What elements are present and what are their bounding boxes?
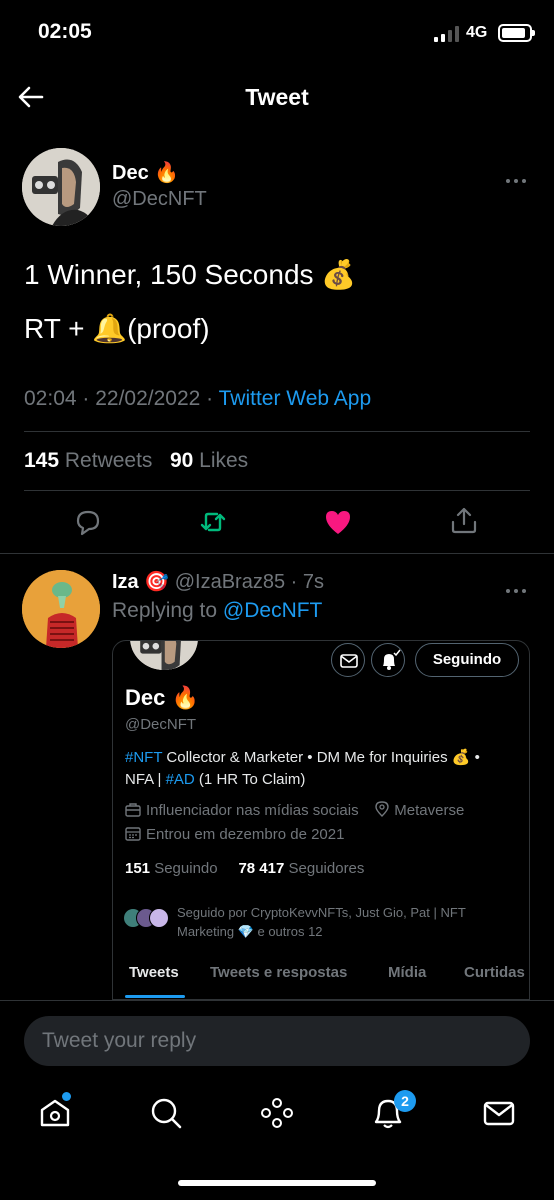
- divider: [24, 431, 530, 432]
- active-tab-indicator: [125, 995, 185, 998]
- profile-handle: @DecNFT: [125, 716, 197, 733]
- profile-name: Dec 🔥: [125, 685, 199, 710]
- retweet-icon[interactable]: [198, 507, 228, 537]
- profile-tab-replies: Tweets e respostas: [210, 964, 348, 981]
- profile-avatar: [127, 641, 201, 673]
- reply-icon[interactable]: [73, 507, 103, 537]
- followed-by-text: Seguido por CryptoKevvNFTs, Just Gio, Pa…: [177, 905, 466, 939]
- following-button: Seguindo: [415, 643, 519, 677]
- reply-header: Iza 🎯 @IzaBraz85 · 7s: [112, 569, 324, 594]
- home-notification-dot: [62, 1092, 71, 1101]
- bell-check-icon: [383, 649, 401, 670]
- reply-handle-time[interactable]: @IzaBraz85 · 7s: [175, 571, 324, 593]
- home-icon[interactable]: [38, 1096, 72, 1130]
- tweet-stats: 145 Retweets 90 Likes: [24, 449, 248, 473]
- profile-tab-likes: Curtidas: [464, 964, 525, 981]
- like-heart-icon[interactable]: [323, 507, 353, 537]
- follower-avatar: [149, 908, 169, 928]
- divider: [24, 490, 530, 491]
- more-options-icon[interactable]: [506, 170, 532, 183]
- tweet-meta: 02:04 · 22/02/2022 · Twitter Web App: [24, 387, 371, 411]
- author-name[interactable]: Dec 🔥: [112, 160, 179, 185]
- mail-icon: [340, 654, 358, 668]
- reply-input[interactable]: Tweet your reply: [24, 1016, 530, 1066]
- profile-follow-stats: 151 Seguindo 78 417 Seguidores: [125, 860, 365, 877]
- home-indicator: [178, 1180, 376, 1186]
- author-handle[interactable]: @DecNFT: [112, 188, 207, 211]
- page-title: Tweet: [245, 84, 309, 110]
- tweet-timestamp: 02:04 · 22/02/2022 ·: [24, 387, 219, 410]
- profile-joined: Entrou em dezembro de 2021: [125, 826, 344, 843]
- notify-button: [371, 643, 405, 677]
- search-icon[interactable]: [149, 1096, 183, 1130]
- profile-tab-tweets: Tweets: [129, 964, 179, 981]
- calendar-icon: [125, 827, 141, 841]
- notifications-badge: 2: [394, 1090, 416, 1112]
- profile-tab-media: Mídia: [388, 964, 427, 981]
- reply-author-name[interactable]: Iza 🎯: [112, 571, 169, 593]
- reply-more-options-icon[interactable]: [506, 580, 532, 593]
- attached-image[interactable]: Seguindo Dec 🔥 @DecNFT #NFT Collector & …: [112, 640, 530, 1020]
- messages-icon[interactable]: [482, 1096, 516, 1130]
- likes-stat[interactable]: 90 Likes: [170, 449, 248, 472]
- spaces-icon[interactable]: [260, 1096, 294, 1130]
- share-icon[interactable]: [449, 505, 479, 535]
- status-time: 02:05: [38, 20, 92, 43]
- replying-to-handle[interactable]: @DecNFT: [223, 599, 322, 622]
- signal-icon: [434, 26, 459, 42]
- replying-to: Replying to @DecNFT: [112, 599, 323, 622]
- tweet-source-link[interactable]: Twitter Web App: [219, 387, 372, 410]
- location-pin-icon: [375, 801, 389, 817]
- profile-category-location: Influenciador nas mídias sociais Metaver…: [125, 801, 464, 819]
- battery-icon: [498, 24, 535, 42]
- reply-author-avatar[interactable]: [22, 570, 100, 648]
- tweet-text-line-2: RT + 🔔(proof): [24, 313, 210, 344]
- author-avatar[interactable]: [22, 148, 100, 226]
- tweet-text-line-1: 1 Winner, 150 Seconds 💰: [24, 259, 357, 290]
- retweets-stat[interactable]: 145 Retweets: [24, 449, 152, 472]
- message-button: [331, 643, 365, 677]
- section-divider: [0, 553, 554, 554]
- briefcase-icon: [125, 803, 141, 817]
- profile-bio: #NFT Collector & Marketer • DM Me for In…: [125, 749, 480, 788]
- network-type: 4G: [466, 24, 488, 41]
